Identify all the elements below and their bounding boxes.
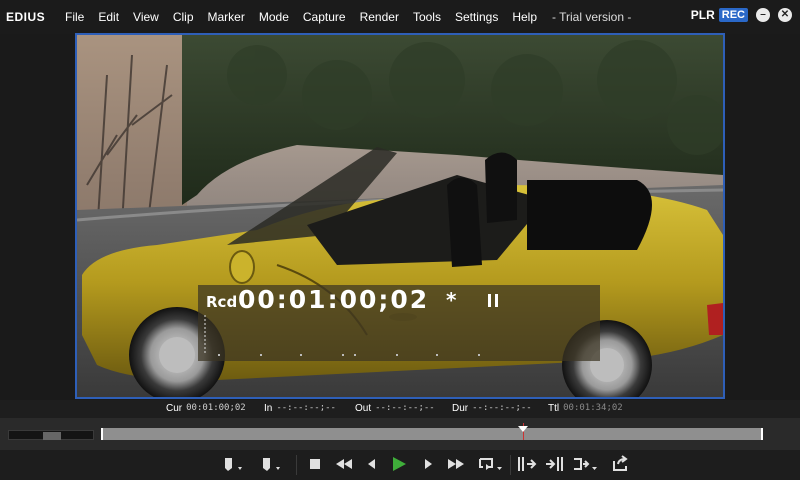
overwrite-to-timeline-icon xyxy=(546,457,563,471)
separator xyxy=(296,455,297,475)
menu-tools[interactable]: Tools xyxy=(406,10,448,24)
menu-edit[interactable]: Edit xyxy=(91,10,126,24)
set-out-button[interactable] xyxy=(256,454,284,474)
position-slider[interactable] xyxy=(101,428,763,440)
playhead-marker-icon[interactable] xyxy=(518,426,528,432)
menu-list: File Edit View Clip Marker Mode Capture … xyxy=(58,10,544,24)
shuttle-handle[interactable] xyxy=(43,432,61,440)
menu-help[interactable]: Help xyxy=(505,10,544,24)
app-logo: EDIUS xyxy=(6,10,46,24)
cur-value: 00:01:00;02 xyxy=(186,403,246,413)
play-button[interactable] xyxy=(386,454,412,474)
ttl-value: 00:01:34;02 xyxy=(563,403,623,413)
out-label: Out xyxy=(355,403,372,414)
menu-capture[interactable]: Capture xyxy=(296,10,353,24)
set-out-icon xyxy=(263,458,280,471)
minimize-button[interactable]: – xyxy=(756,8,770,22)
transport-bar xyxy=(0,450,800,480)
insert-to-timeline-icon xyxy=(518,457,537,471)
insert-to-timeline-button[interactable] xyxy=(514,454,540,474)
rcd-label: Rcd xyxy=(206,293,238,311)
previous-frame-icon xyxy=(368,459,375,469)
separator xyxy=(510,455,511,475)
overlay-star: * xyxy=(446,288,457,312)
fast-forward-icon xyxy=(448,459,464,469)
dur-group: Dur --:--:--;-- xyxy=(452,403,532,414)
loop-play-button[interactable] xyxy=(476,454,506,474)
menu-bar: EDIUS File Edit View Clip Marker Mode Ca… xyxy=(0,0,800,34)
overwrite-to-timeline-button[interactable] xyxy=(542,454,568,474)
menu-settings[interactable]: Settings xyxy=(448,10,505,24)
ttl-group: Ttl 00:01:34;02 xyxy=(548,403,623,414)
fast-forward-button[interactable] xyxy=(444,454,468,474)
dur-label: Dur xyxy=(452,403,469,414)
menu-view[interactable]: View xyxy=(126,10,166,24)
export-button[interactable] xyxy=(608,454,634,474)
dur-value: --:--:--;-- xyxy=(472,403,532,413)
window-controls: PLR REC – ✕ xyxy=(691,8,792,22)
set-in-icon xyxy=(225,458,242,471)
close-button[interactable]: ✕ xyxy=(778,8,792,22)
stop-icon xyxy=(310,459,320,469)
rewind-button[interactable] xyxy=(332,454,356,474)
next-frame-icon xyxy=(425,459,432,469)
out-value: --:--:--;-- xyxy=(375,403,435,413)
scrubber-area xyxy=(0,418,800,450)
in-label: In xyxy=(264,403,273,414)
ttl-label: Ttl xyxy=(548,403,560,414)
overlay-timecode: 00:01:00;02 xyxy=(238,285,430,314)
timecode-strip: Cur 00:01:00;02 In --:--:--;-- Out --:--… xyxy=(0,400,800,418)
export-icon xyxy=(613,455,628,471)
next-frame-button[interactable] xyxy=(418,454,438,474)
add-to-bin-button[interactable] xyxy=(570,454,602,474)
menu-render[interactable]: Render xyxy=(353,10,406,24)
plr-toggle[interactable]: PLR xyxy=(691,8,715,22)
rec-toggle[interactable]: REC xyxy=(718,8,748,22)
menu-marker[interactable]: Marker xyxy=(201,10,252,24)
cur-label: Cur xyxy=(166,403,183,414)
menu-mode[interactable]: Mode xyxy=(252,10,296,24)
trial-version-label: - Trial version - xyxy=(552,10,632,24)
overlay-tick-marks xyxy=(204,315,480,356)
rewind-icon xyxy=(336,459,352,469)
previous-frame-button[interactable] xyxy=(362,454,382,474)
in-group: In --:--:--;-- xyxy=(264,403,336,414)
play-icon xyxy=(393,457,406,471)
add-to-bin-icon xyxy=(574,458,597,470)
set-in-button[interactable] xyxy=(220,454,248,474)
out-group: Out --:--:--;-- xyxy=(355,403,435,414)
cur-group: Cur 00:01:00;02 xyxy=(166,403,246,414)
shuttle-slider[interactable] xyxy=(8,430,94,440)
stop-button[interactable] xyxy=(305,454,325,474)
pause-icon xyxy=(488,294,499,307)
menu-clip[interactable]: Clip xyxy=(166,10,201,24)
menu-file[interactable]: File xyxy=(58,10,91,24)
in-value: --:--:--;-- xyxy=(276,403,336,413)
timecode-overlay: Rcd 00:01:00;02 * xyxy=(198,285,600,361)
loop-play-icon xyxy=(479,458,502,470)
